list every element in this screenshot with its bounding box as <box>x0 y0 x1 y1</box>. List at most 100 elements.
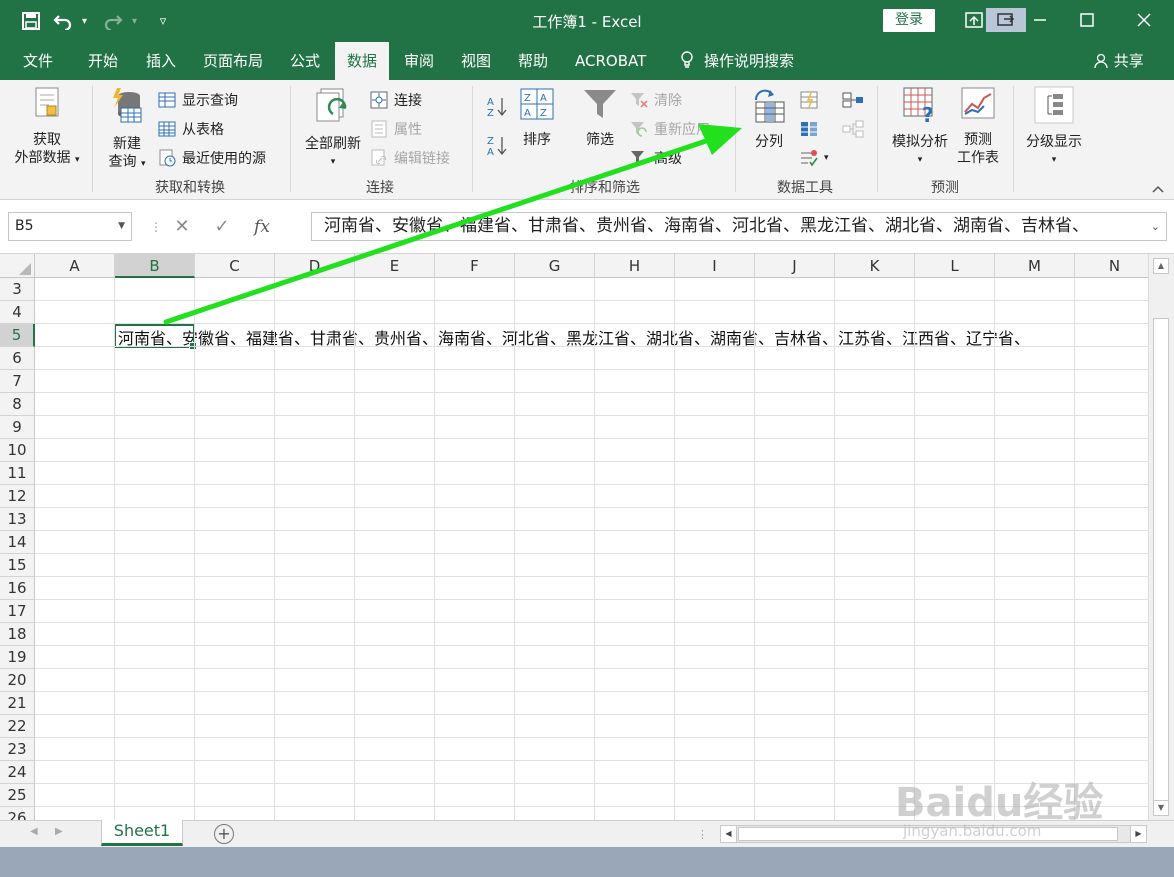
tab-help[interactable]: 帮助 <box>506 42 560 80</box>
tab-view[interactable]: 视图 <box>449 42 503 80</box>
new-query-button[interactable]: 新建 查询 ▾ <box>100 86 154 173</box>
row-header-14[interactable]: 14 <box>0 531 35 554</box>
minimize-tooltip-icon[interactable] <box>986 8 1026 32</box>
redo-icon[interactable] <box>100 8 126 34</box>
edit-links-button[interactable]: 编辑链接 <box>370 146 450 170</box>
row-header-9[interactable]: 9 <box>0 416 35 439</box>
row-header-7[interactable]: 7 <box>0 370 35 393</box>
tab-acrobat[interactable]: ACROBAT <box>563 42 658 80</box>
column-header-e[interactable]: E <box>355 254 435 278</box>
column-header-g[interactable]: G <box>515 254 595 278</box>
connections-button[interactable]: 连接 <box>370 88 422 112</box>
sort-ascending-button[interactable]: AZ <box>486 96 508 120</box>
customize-qat-icon[interactable]: ▿ <box>150 8 176 34</box>
properties-button[interactable]: 属性 <box>370 117 422 141</box>
recent-sources-button[interactable]: 最近使用的源 <box>158 146 266 170</box>
sheet-tab-sheet1[interactable]: Sheet1 <box>101 820 183 846</box>
undo-dropdown-icon[interactable]: ▾ <box>82 16 94 27</box>
row-header-21[interactable]: 21 <box>0 692 35 715</box>
tab-formulas[interactable]: 公式 <box>278 42 332 80</box>
column-header-l[interactable]: L <box>915 254 995 278</box>
column-header-d[interactable]: D <box>275 254 355 278</box>
what-if-analysis-button[interactable]: ? 模拟分析 ▾ <box>885 86 955 169</box>
tab-split-handle-icon[interactable]: ⋮ <box>697 828 709 841</box>
name-box[interactable]: B5 ▼ <box>8 212 132 241</box>
horizontal-scroll-thumb[interactable] <box>738 827 1118 841</box>
clear-filter-button[interactable]: 清除 <box>630 88 682 112</box>
row-header-5[interactable]: 5 <box>0 324 35 347</box>
row-header-16[interactable]: 16 <box>0 577 35 600</box>
filter-button[interactable]: 筛选 <box>578 86 622 149</box>
column-header-f[interactable]: F <box>435 254 515 278</box>
outline-button[interactable]: 分级显示 ▾ <box>1020 86 1088 169</box>
remove-duplicates-button[interactable] <box>800 117 824 141</box>
redo-dropdown-icon[interactable]: ▾ <box>132 16 144 27</box>
undo-icon[interactable] <box>50 8 76 34</box>
row-header-11[interactable]: 11 <box>0 462 35 485</box>
collapse-ribbon-icon[interactable] <box>1152 182 1164 196</box>
scroll-up-icon[interactable]: ▲ <box>1153 258 1169 274</box>
row-header-23[interactable]: 23 <box>0 738 35 761</box>
refresh-all-button[interactable]: 全部刷新 ▾ <box>298 86 368 171</box>
worksheet-grid[interactable]: ABCDEFGHIJKLMN 河南省、安徽省、福建省、甘肃省、贵州省、海南省、河… <box>0 254 1148 820</box>
scroll-right-icon[interactable]: ▶ <box>1130 826 1146 842</box>
show-queries-button[interactable]: 显示查询 <box>158 88 238 112</box>
row-header-4[interactable]: 4 <box>0 301 35 324</box>
row-header-8[interactable]: 8 <box>0 393 35 416</box>
active-cell-b5[interactable] <box>114 324 197 350</box>
row-header-24[interactable]: 24 <box>0 761 35 784</box>
share-button[interactable]: 共享 <box>1081 42 1156 80</box>
row-header-25[interactable]: 25 <box>0 784 35 807</box>
column-header-k[interactable]: K <box>835 254 915 278</box>
row-header-19[interactable]: 19 <box>0 646 35 669</box>
text-to-columns-button[interactable]: 分列 <box>744 88 794 151</box>
close-icon[interactable] <box>1130 6 1158 34</box>
column-header-m[interactable]: M <box>995 254 1075 278</box>
horizontal-scrollbar[interactable]: ◀ ▶ <box>720 825 1147 843</box>
scroll-down-icon[interactable]: ▼ <box>1153 800 1169 816</box>
vertical-scroll-thumb[interactable] <box>1153 318 1169 802</box>
column-header-b[interactable]: B <box>115 254 195 278</box>
tab-home[interactable]: 开始 <box>76 42 130 80</box>
column-header-h[interactable]: H <box>595 254 675 278</box>
row-header-13[interactable]: 13 <box>0 508 35 531</box>
row-header-3[interactable]: 3 <box>0 278 35 301</box>
tell-me-search[interactable]: 操作说明搜索 <box>668 42 806 80</box>
tab-file[interactable]: 文件 <box>11 42 65 80</box>
flash-fill-button[interactable] <box>800 88 824 112</box>
ribbon-display-options-icon[interactable] <box>960 6 988 34</box>
reapply-button[interactable]: 重新应用 <box>630 117 710 141</box>
chevron-down-icon[interactable]: ▼ <box>118 213 125 240</box>
sort-button[interactable]: ZAAZ 排序 <box>515 86 559 149</box>
from-table-button[interactable]: 从表格 <box>158 117 224 141</box>
forecast-sheet-button[interactable]: 预测 工作表 <box>954 86 1002 167</box>
insert-function-icon[interactable]: fx <box>242 217 282 237</box>
add-sheet-icon[interactable]: + <box>214 824 234 844</box>
row-header-17[interactable]: 17 <box>0 600 35 623</box>
column-header-n[interactable]: N <box>1075 254 1148 278</box>
cancel-entry-icon[interactable]: ✕ <box>162 216 202 237</box>
minimize-icon[interactable] <box>1026 6 1054 34</box>
tab-review[interactable]: 审阅 <box>392 42 446 80</box>
save-icon[interactable] <box>18 8 44 34</box>
row-header-15[interactable]: 15 <box>0 554 35 577</box>
select-all-button[interactable] <box>0 254 35 278</box>
row-header-12[interactable]: 12 <box>0 485 35 508</box>
row-header-6[interactable]: 6 <box>0 347 35 370</box>
login-button[interactable]: 登录 <box>883 9 935 32</box>
vertical-scrollbar[interactable]: ▲ ▼ <box>1148 254 1174 820</box>
relationships-button[interactable] <box>842 117 866 141</box>
advanced-filter-button[interactable]: 高级 <box>630 146 682 170</box>
column-header-j[interactable]: J <box>755 254 835 278</box>
column-header-i[interactable]: I <box>675 254 755 278</box>
scroll-sheets-left-icon[interactable]: ◀ <box>30 826 38 837</box>
tab-insert[interactable]: 插入 <box>134 42 188 80</box>
formula-input[interactable]: 河南省、安徽省、福建省、甘肃省、贵州省、海南省、河北省、黑龙江省、湖北省、湖南省… <box>311 212 1167 241</box>
tab-page-layout[interactable]: 页面布局 <box>191 42 275 80</box>
maximize-icon[interactable] <box>1073 6 1101 34</box>
data-validation-button[interactable]: ▾ <box>800 146 829 170</box>
tab-data[interactable]: 数据 <box>335 42 390 82</box>
column-header-c[interactable]: C <box>195 254 275 278</box>
scroll-left-icon[interactable]: ◀ <box>721 826 737 842</box>
scroll-sheets-right-icon[interactable]: ▶ <box>55 826 63 837</box>
